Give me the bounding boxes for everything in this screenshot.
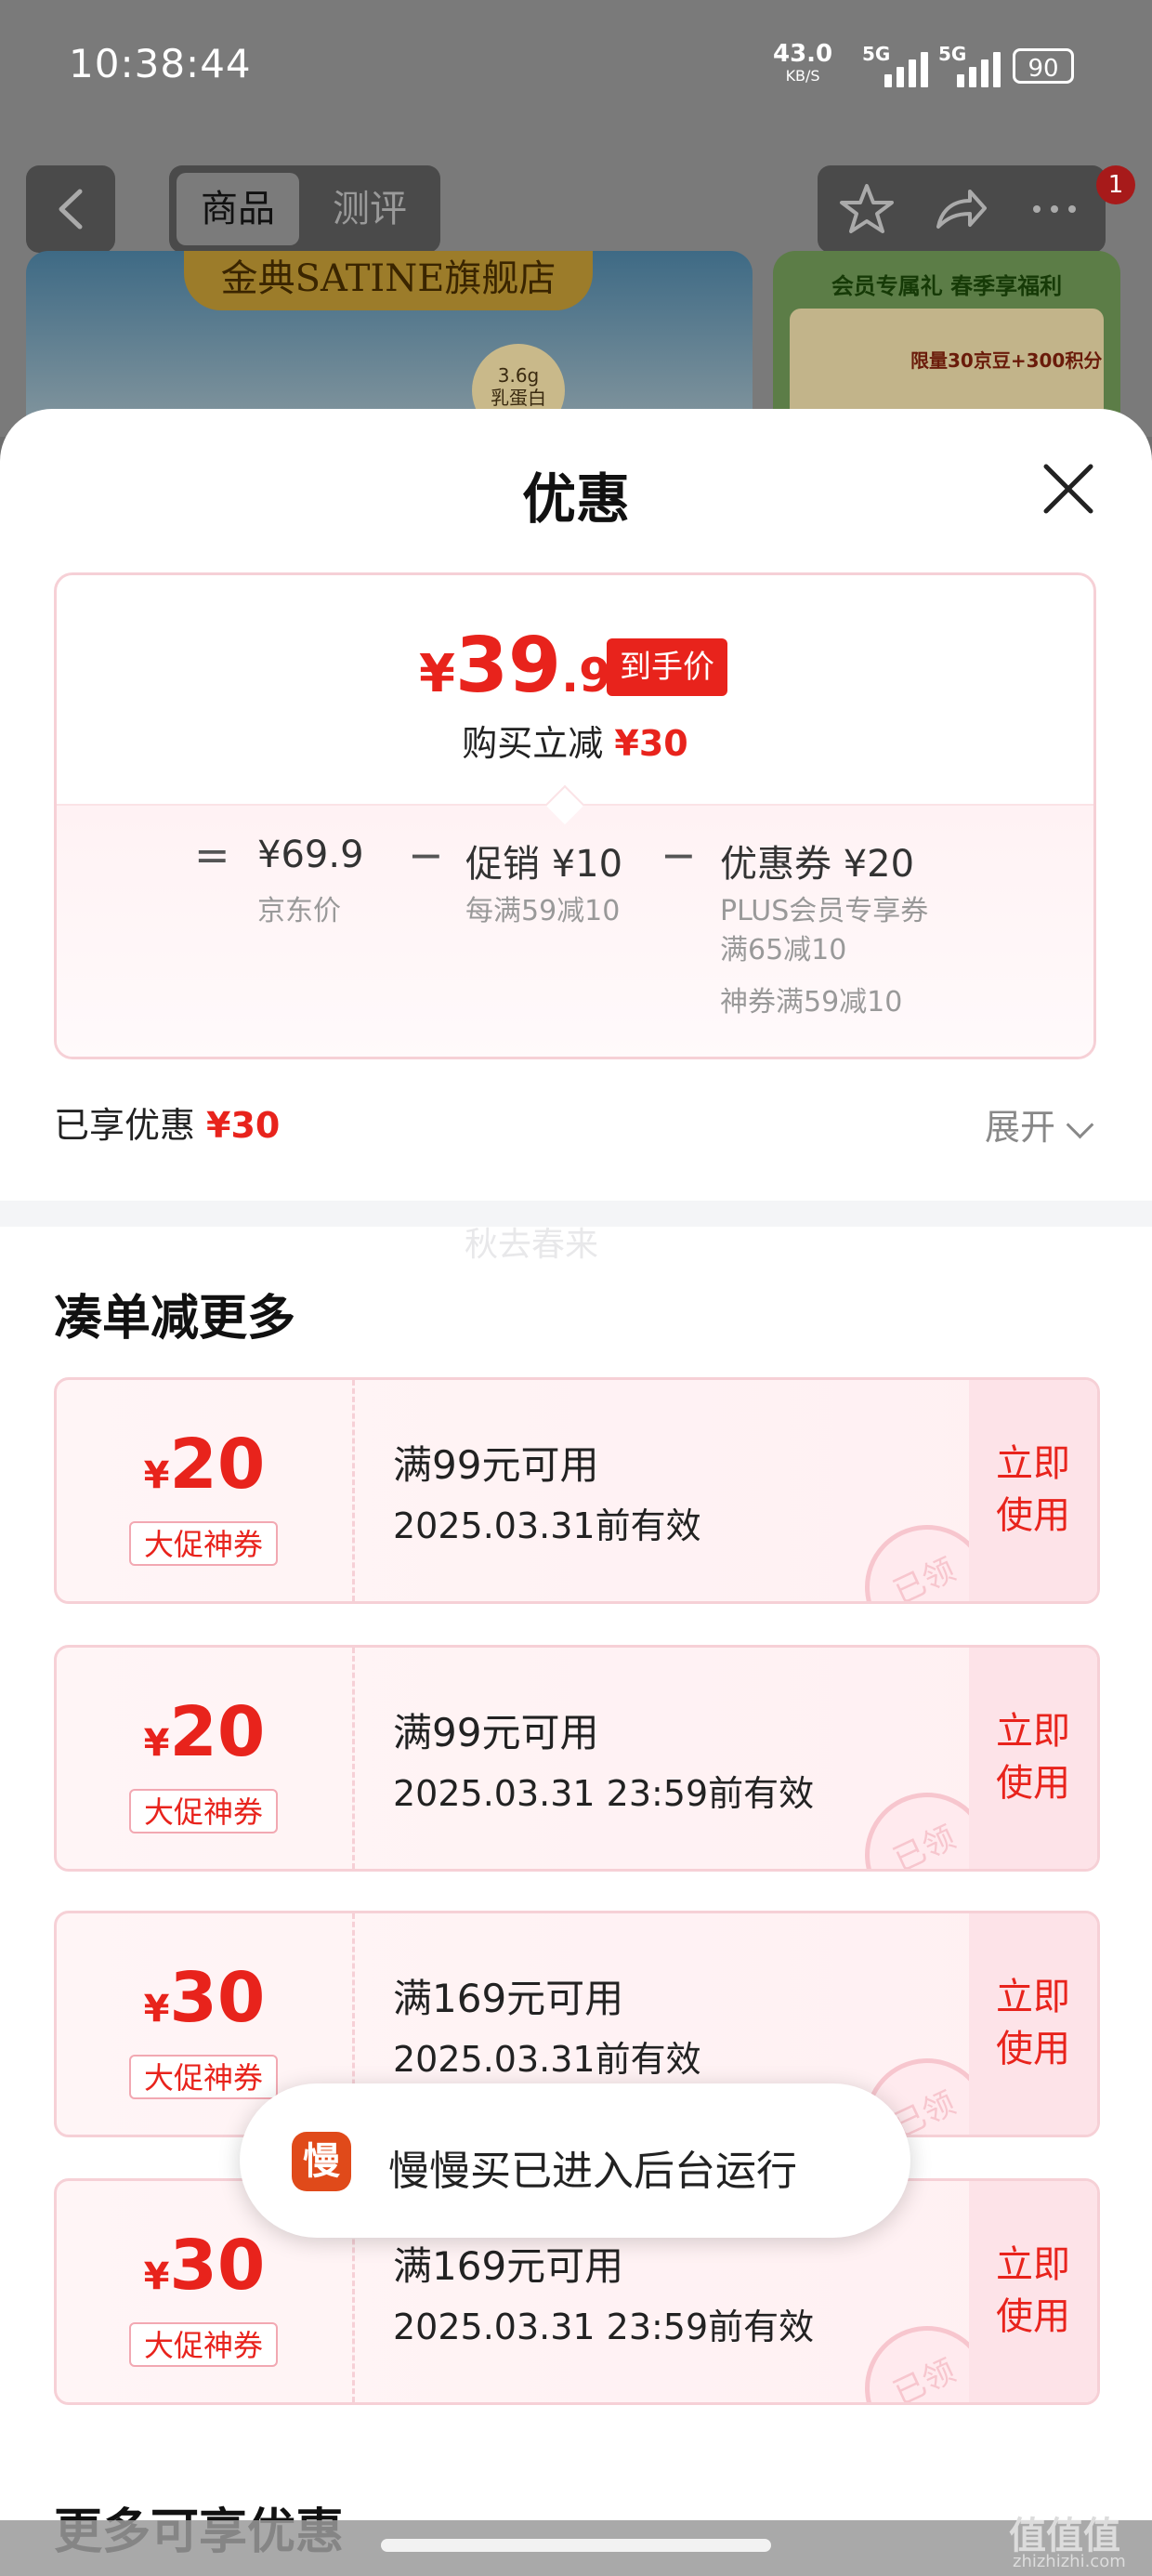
promo-discount-label: 每满59减10 <box>465 895 621 927</box>
store-name: 金典SATINE旗舰店 <box>184 251 593 310</box>
home-indicator[interactable] <box>381 2539 771 2552</box>
net-speed: 43.0 KB/S <box>773 40 833 87</box>
use-now-label: 立即 使用 <box>996 2243 1070 2338</box>
use-now-button[interactable]: 立即 使用 <box>969 1648 1097 1869</box>
chevron-down-icon[interactable] <box>1066 1111 1094 1139</box>
use-now-label: 立即 使用 <box>996 1710 1070 1805</box>
coupon-symbol: ¥ <box>143 2255 170 2298</box>
expand-button[interactable]: 展开 <box>985 1098 1055 1150</box>
jd-price: ¥69.9 <box>257 834 364 876</box>
more-icon[interactable] <box>1024 178 1085 240</box>
coupon-amount: ¥20 <box>57 1692 352 1772</box>
tab-review[interactable]: 测评 <box>308 173 431 245</box>
toast-text: 慢慢买已进入后台运行 <box>388 2148 797 2195</box>
coupon-amount: ¥20 <box>57 1425 352 1505</box>
final-price-dec: .9 <box>561 649 611 703</box>
use-now-label: 立即 使用 <box>996 1976 1070 2070</box>
action-buttons <box>818 165 1106 253</box>
use-now-button[interactable]: 立即 使用 <box>969 1913 1097 2135</box>
share-icon[interactable] <box>929 178 990 240</box>
close-icon[interactable] <box>1041 461 1096 517</box>
coupon-separator <box>352 1380 355 1601</box>
background-toast: 慢 慢慢买已进入后台运行 <box>240 2083 910 2238</box>
use-now-button[interactable]: 立即 使用 <box>969 1380 1097 1601</box>
coupon-symbol: ¥ <box>143 1454 170 1497</box>
star-icon[interactable] <box>836 178 897 240</box>
jd-price-label: 京东价 <box>257 895 341 927</box>
instant-discount-label: 购买立减 <box>462 723 604 764</box>
coupon-condition: 满169元可用 <box>393 2243 624 2289</box>
instant-discount-value: ¥30 <box>614 723 688 764</box>
coupon-condition: 满99元可用 <box>393 1442 599 1488</box>
coupon-value: 30 <box>169 1958 266 2038</box>
coupon-separator <box>352 1648 355 1869</box>
use-now-label: 立即 使用 <box>996 1442 1070 1537</box>
net-speed-unit: KB/S <box>785 67 820 85</box>
plus-coupon-label: PLUS会员专享券 <box>720 895 929 927</box>
coupon-discount: 优惠券 ¥20 <box>720 843 915 886</box>
signal-2-icon <box>957 50 1001 87</box>
coupon-validity: 2025.03.31前有效 <box>393 1505 701 1546</box>
minus-sign-1: − <box>408 830 444 880</box>
instant-discount: 购买立减 ¥30 <box>57 715 1093 766</box>
coupon-symbol: ¥ <box>143 1722 170 1765</box>
coupon-value: 30 <box>169 2226 266 2306</box>
coupon-type-badge: 大促神券 <box>129 1521 278 1566</box>
back-button[interactable] <box>26 165 115 253</box>
final-price: ¥39.9 <box>419 622 611 710</box>
super-coupon-label: 神券满59减10 <box>720 986 903 1019</box>
price-summary-card: ¥39.9 到手价 购买立减 ¥30 = ¥69.9 京东价 − 促销 ¥10 … <box>54 572 1096 1059</box>
price-breakdown: = ¥69.9 京东价 − 促销 ¥10 每满59减10 − 优惠券 ¥20 P… <box>57 804 1093 1057</box>
notification-badge: 1 <box>1096 165 1135 204</box>
product-page-background: 10:38:44 43.0 KB/S 5G 5G 90 商品 测评 1 金典SA… <box>0 0 1152 446</box>
promo-discount: 促销 ¥10 <box>465 843 623 886</box>
signal-1-icon <box>884 50 928 87</box>
chevron-left-icon <box>59 189 83 230</box>
coupon-type-badge: 大促神券 <box>129 1789 278 1833</box>
member-promo-text: 限量30京豆+300积分 <box>910 349 1103 372</box>
app-icon: 慢 <box>292 2132 351 2191</box>
coupon-amount: ¥30 <box>57 1958 352 2038</box>
final-price-tag: 到手价 <box>607 638 727 696</box>
member-promo-title: 会员专属礼 春季享福利 <box>831 273 1063 299</box>
coupon-validity: 2025.03.31 23:59前有效 <box>393 1773 815 1814</box>
equals-sign: = <box>194 830 230 880</box>
coupon-symbol: ¥ <box>143 1988 170 2031</box>
section-title: 凑单减更多 <box>54 1291 296 1347</box>
coupon-condition: 满99元可用 <box>393 1710 599 1755</box>
watermark-text: 秋去春来 <box>465 1226 599 1264</box>
site-watermark-url: zhizhizhi.com <box>1013 2552 1126 2571</box>
enjoyed-discount-value: ¥30 <box>206 1105 281 1146</box>
final-price-int: 39 <box>454 622 562 710</box>
coupon-amount: ¥30 <box>57 2226 352 2306</box>
discount-sheet: 优惠 ¥39.9 到手价 购买立减 ¥30 = ¥69.9 京东价 − 促销 ¥… <box>0 409 1152 2576</box>
coupon-value: 20 <box>169 1425 266 1505</box>
plus-coupon-condition: 满65减10 <box>720 934 847 966</box>
coupon-validity: 2025.03.31 23:59前有效 <box>393 2307 815 2347</box>
coupon-condition: 满169元可用 <box>393 1976 624 2021</box>
battery-icon: 90 <box>1013 48 1074 84</box>
coupon-type-badge: 大促神券 <box>129 2322 278 2367</box>
coupon-type-badge: 大促神券 <box>129 2055 278 2099</box>
final-price-symbol: ¥ <box>419 644 455 704</box>
minus-sign-2: − <box>661 830 697 880</box>
tab-product[interactable]: 商品 <box>177 173 299 245</box>
coupon-value: 20 <box>169 1692 266 1772</box>
product-tabs: 商品 测评 <box>169 165 440 253</box>
coupon-card: ¥20 大促神券 满99元可用 2025.03.31前有效 已领 立即 使用 <box>54 1377 1100 1604</box>
use-now-button[interactable]: 立即 使用 <box>969 2181 1097 2402</box>
sheet-title: 优惠 <box>521 467 630 531</box>
coupon-validity: 2025.03.31前有效 <box>393 2039 701 2080</box>
enjoyed-discount-label: 已享优惠 <box>54 1105 196 1146</box>
status-time: 10:38:44 <box>69 41 252 86</box>
coupon-card: ¥20 大促神券 满99元可用 2025.03.31 23:59前有效 已领 立… <box>54 1645 1100 1872</box>
net-speed-value: 43.0 <box>773 40 833 68</box>
status-bar: 10:38:44 43.0 KB/S 5G 5G 90 <box>0 0 1152 130</box>
enjoyed-discount: 已享优惠 ¥30 <box>54 1097 280 1148</box>
